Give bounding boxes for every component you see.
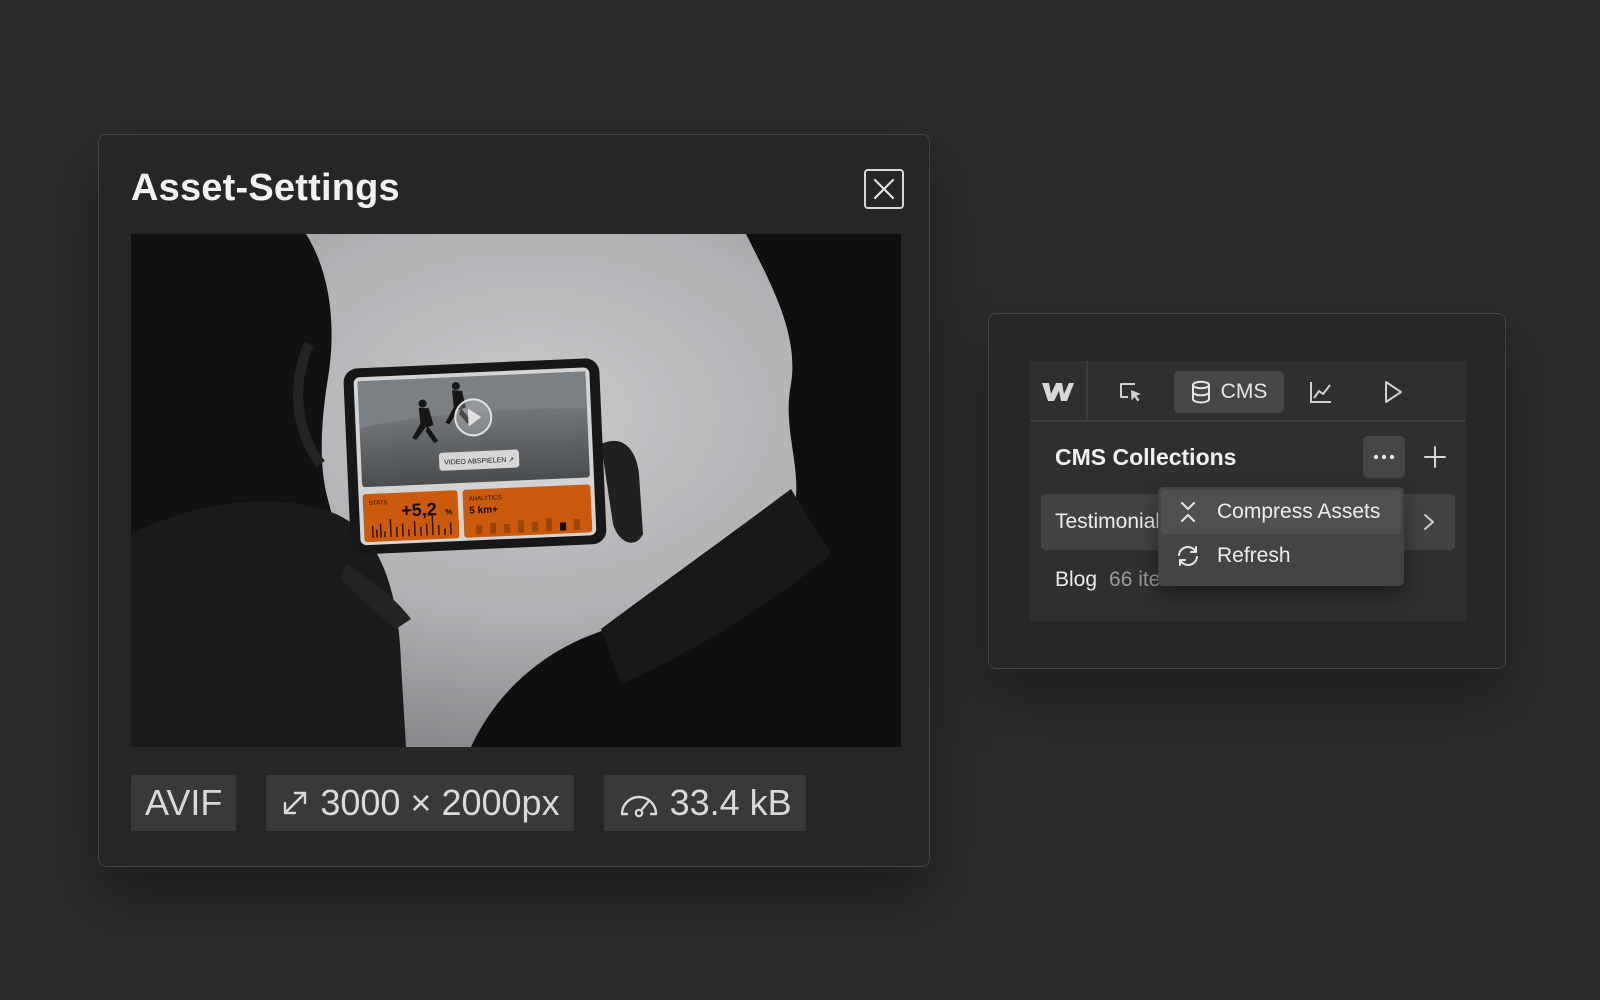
- menu-item-refresh[interactable]: Refresh: [1161, 534, 1401, 578]
- asset-settings-modal: Asset-Settings AVIF 3000 × 2000px 33.4 k…: [98, 134, 930, 867]
- cms-collections-title: CMS Collections: [1055, 444, 1237, 470]
- close-icon: [873, 178, 895, 200]
- more-options-button[interactable]: [1363, 436, 1405, 478]
- stage: Asset-Settings AVIF 3000 × 2000px 33.4 k…: [0, 0, 1600, 1000]
- collection-name: Testimonials: [1055, 510, 1167, 533]
- filesize-label: 33.4 kB: [669, 782, 792, 823]
- top-tab-bar: CMS: [1030, 361, 1466, 422]
- webflow-logo[interactable]: [1030, 361, 1088, 422]
- collection-name: Blog: [1055, 568, 1098, 591]
- close-button[interactable]: [864, 169, 904, 209]
- refresh-icon: [1175, 543, 1201, 569]
- more-options-menu: Compress Assets Refresh: [1158, 487, 1404, 586]
- asset-preview-image: VIDEO ABSPIELEN ↗ STATS +5,2 %: [131, 234, 901, 747]
- format-label: AVIF: [145, 782, 223, 823]
- dimensions-chip: 3000 × 2000px: [266, 775, 574, 831]
- compress-icon: [1175, 499, 1201, 525]
- format-chip: AVIF: [131, 775, 237, 831]
- modal-title: Asset-Settings: [131, 167, 400, 209]
- menu-item-compress-assets[interactable]: Compress Assets: [1161, 490, 1401, 534]
- plus-icon: [1424, 446, 1446, 468]
- tab-navigator[interactable]: [1108, 371, 1154, 413]
- menu-item-label: Refresh: [1217, 544, 1291, 567]
- resize-arrows-icon: [284, 791, 307, 815]
- play-icon: [1385, 381, 1402, 403]
- tab-cms-label: CMS: [1220, 380, 1268, 403]
- more-dots-icon: [1373, 454, 1395, 460]
- chevron-right-icon: [1415, 508, 1443, 536]
- tab-preview[interactable]: [1370, 371, 1416, 413]
- tab-analytics[interactable]: [1298, 371, 1344, 413]
- webflow-logo-icon: [1042, 382, 1074, 401]
- speedometer-icon: [620, 795, 657, 818]
- select-cursor-icon: [1120, 383, 1141, 402]
- filesize-chip: 33.4 kB: [603, 775, 806, 831]
- database-icon: [1191, 380, 1210, 404]
- menu-item-label: Compress Assets: [1217, 500, 1381, 523]
- add-collection-button[interactable]: [1414, 436, 1456, 478]
- line-chart-icon: [1310, 382, 1331, 403]
- tab-cms[interactable]: CMS: [1174, 371, 1284, 413]
- asset-meta-chips: AVIF 3000 × 2000px 33.4 kB: [131, 775, 806, 831]
- dimensions-label: 3000 × 2000px: [320, 782, 560, 823]
